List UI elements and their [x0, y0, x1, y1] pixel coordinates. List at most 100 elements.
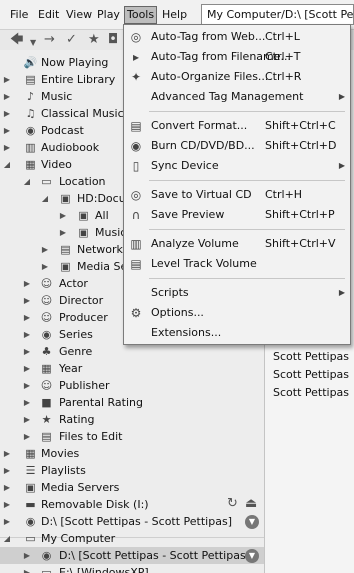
menu-item-sync-device[interactable]: ▯ Sync Device ▶ [124, 156, 350, 176]
forward-arrow-icon[interactable]: → [44, 32, 55, 48]
menu-item-advanced-tag[interactable]: Advanced Tag Management ▶ [124, 87, 350, 107]
expand-arrow-icon[interactable]: ▶ [22, 309, 32, 326]
menu-item-convert-format[interactable]: ▤ Convert Format... Shift+Ctrl+C [124, 116, 350, 136]
list-item[interactable]: Scott Pettipas [273, 384, 349, 402]
tools-menu: ◎ Auto-Tag from Web... Ctrl+L ▸ Auto-Tag… [123, 24, 351, 345]
tree-item-movies[interactable]: ▶ ▦ Movies [0, 445, 264, 462]
expand-arrow-icon[interactable]: ▶ [2, 513, 12, 530]
back-dropdown-icon[interactable]: ▼ [30, 35, 36, 51]
music-note-icon: ♪ [26, 90, 35, 103]
menu-edit[interactable]: Edit [36, 7, 61, 23]
expand-arrow-icon[interactable]: ▶ [22, 394, 32, 411]
list-item[interactable]: Scott Pettipas [273, 348, 349, 366]
playlist-icon: ☰ [25, 464, 36, 477]
menu-item-extensions[interactable]: Extensions... [124, 323, 350, 343]
expand-arrow-icon[interactable]: ▶ [22, 360, 32, 377]
person-icon: ☺ [40, 311, 53, 324]
menu-item-save-preview[interactable]: ∩ Save Preview Shift+Ctrl+P [124, 205, 350, 225]
menu-item-level-track[interactable]: ▤ Level Track Volume [124, 254, 350, 274]
sync-icon[interactable]: ↻ [227, 496, 238, 512]
expand-arrow-icon[interactable]: ▶ [2, 105, 12, 122]
tree-item-genre[interactable]: ▶ ♣ Genre [0, 343, 264, 360]
menu-item-burn[interactable]: ◉ Burn CD/DVD/BD... Shift+Ctrl+D [124, 136, 350, 156]
back-arrow-icon[interactable]: 🡄 [10, 32, 23, 48]
expand-arrow-icon[interactable]: ▶ [22, 547, 32, 564]
media-server-icon: ▣ [25, 481, 36, 494]
tree-item-rating[interactable]: ▶ ★ Rating [0, 411, 264, 428]
submenu-arrow-icon: ▶ [338, 161, 345, 170]
expand-arrow-icon[interactable]: ▶ [40, 241, 50, 258]
star-icon[interactable]: ★ [88, 32, 100, 48]
expand-arrow-icon[interactable]: ▶ [22, 326, 32, 343]
organize-icon: ✦ [130, 70, 142, 84]
expand-arrow-icon[interactable]: ▶ [40, 258, 50, 275]
collapse-arrow-icon[interactable]: ◢ [2, 530, 12, 547]
tree-item-d-drive-selected[interactable]: ▶ ◉ D:\ [Scott Pettipas - Scott Pettipas… [0, 547, 264, 564]
menu-tools[interactable]: Tools [124, 6, 158, 24]
menu-item-auto-tag-web[interactable]: ◎ Auto-Tag from Web... Ctrl+L [124, 27, 350, 47]
network-icon: ▤ [60, 243, 71, 256]
tree-item-media-servers[interactable]: ▶ ▣ Media Servers [0, 479, 264, 496]
expand-arrow-icon[interactable]: ▶ [22, 564, 32, 573]
tree-item-playlists[interactable]: ▶ ☰ Playlists [0, 462, 264, 479]
eject-disc-button[interactable]: ▼ [245, 549, 259, 563]
tree-item-removable-disk[interactable]: ▶ ▬ Removable Disk (I:) ↻ ⏏ [0, 496, 264, 513]
checkmark-icon[interactable]: ✓ [66, 32, 77, 48]
analyze-icon: ▥ [130, 237, 142, 251]
eject-disc-button[interactable]: ▼ [245, 515, 259, 529]
menu-item-analyze-volume[interactable]: ▥ Analyze Volume Shift+Ctrl+V [124, 234, 350, 254]
library-icon: ▤ [25, 73, 36, 86]
expand-arrow-icon[interactable]: ▶ [22, 377, 32, 394]
expand-arrow-icon[interactable]: ▶ [2, 122, 12, 139]
eject-icon[interactable]: ⏏ [245, 496, 257, 512]
music-note-icon: ♫ [25, 107, 36, 120]
menu-separator [149, 180, 345, 181]
media-server-icon: ▣ [60, 260, 71, 273]
menu-item-save-virtual-cd[interactable]: ◎ Save to Virtual CD Ctrl+H [124, 185, 350, 205]
expand-arrow-icon[interactable]: ▶ [22, 411, 32, 428]
menu-item-scripts[interactable]: Scripts ▶ [124, 283, 350, 303]
expand-arrow-icon[interactable]: ▶ [2, 445, 12, 462]
expand-arrow-icon[interactable]: ▶ [22, 275, 32, 292]
expand-arrow-icon[interactable]: ▶ [2, 139, 12, 156]
menu-view[interactable]: View [64, 7, 94, 23]
expand-arrow-icon[interactable]: ▶ [58, 207, 68, 224]
collapse-arrow-icon[interactable]: ◢ [40, 190, 50, 207]
edit-icon: ▤ [41, 430, 52, 443]
headphones-icon: ∩ [131, 208, 141, 222]
burn-icon: ◉ [130, 139, 142, 153]
menu-play[interactable]: Play [95, 7, 122, 23]
menu-file[interactable]: File [8, 7, 30, 23]
expand-arrow-icon[interactable]: ▶ [22, 343, 32, 360]
expand-arrow-icon[interactable]: ▶ [22, 428, 32, 445]
menu-help[interactable]: Help [160, 7, 189, 23]
node-icon[interactable]: ◘ [108, 32, 118, 48]
collapse-arrow-icon[interactable]: ◢ [2, 156, 12, 173]
calendar-icon: ▦ [41, 362, 52, 375]
tree-item-e-drive[interactable]: ▶ ▭ E:\ [WindowsXP] [0, 564, 264, 573]
expand-arrow-icon[interactable]: ▶ [2, 71, 12, 88]
tag-icon: ▸ [132, 50, 140, 64]
speaker-icon: 🔊 [23, 56, 38, 69]
expand-arrow-icon[interactable]: ▶ [22, 292, 32, 309]
expand-arrow-icon[interactable]: ▶ [2, 496, 12, 513]
list-item[interactable]: Scott Pettipas [273, 366, 349, 384]
tree-item-my-computer[interactable]: ◢ ▭ My Computer [0, 530, 264, 547]
location-path-field[interactable]: My Computer/D:\ [Scott Pettipas - Scott … [201, 4, 354, 25]
expand-arrow-icon[interactable]: ▶ [2, 88, 12, 105]
folder-icon: ▣ [78, 209, 89, 222]
menu-item-auto-tag-filename[interactable]: ▸ Auto-Tag from Filename... Ctrl+T [124, 47, 350, 67]
gear-icon: ⚙ [130, 306, 142, 320]
tree-item-files-to-edit[interactable]: ▶ ▤ Files to Edit [0, 428, 264, 445]
tree-item-parental-rating[interactable]: ▶ ■ Parental Rating [0, 394, 264, 411]
film-icon: ▦ [25, 447, 36, 460]
menu-item-options[interactable]: ⚙ Options... [124, 303, 350, 323]
tree-item-d-drive[interactable]: ▶ ◉ D:\ [Scott Pettipas - Scott Pettipas… [0, 513, 264, 530]
collapse-arrow-icon[interactable]: ◢ [22, 173, 32, 190]
tree-item-publisher[interactable]: ▶ ☺ Publisher [0, 377, 264, 394]
expand-arrow-icon[interactable]: ▶ [2, 479, 12, 496]
menu-item-auto-organize[interactable]: ✦ Auto-Organize Files... Ctrl+R [124, 67, 350, 87]
tree-item-year[interactable]: ▶ ▦ Year [0, 360, 264, 377]
expand-arrow-icon[interactable]: ▶ [2, 462, 12, 479]
expand-arrow-icon[interactable]: ▶ [58, 224, 68, 241]
